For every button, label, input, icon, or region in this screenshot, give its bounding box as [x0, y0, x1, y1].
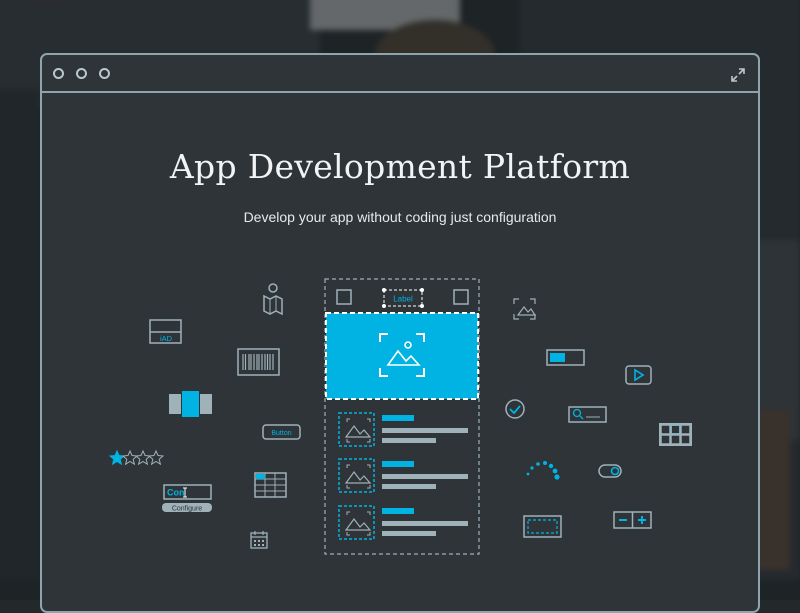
config-text-field-icon: Con Configure — [162, 484, 212, 513]
browser-window: App Development Platform Develop your ap… — [40, 53, 760, 613]
mockup-label-text: Label — [393, 295, 413, 304]
checkmark-icon — [505, 399, 525, 419]
iad-banner-icon: iAD — [149, 319, 182, 344]
barcode-icon — [237, 348, 280, 376]
search-field-icon — [568, 406, 607, 423]
progress-bar-icon — [546, 349, 585, 366]
table-icon — [254, 472, 287, 498]
app-builder-illustration: Label iAD Button Con Configure — [108, 278, 692, 555]
mockup-list-rows — [338, 412, 468, 540]
calendar-icon — [250, 531, 268, 549]
photo-grid-icon — [659, 423, 692, 446]
toggle-switch-icon — [598, 464, 622, 478]
carousel-icon — [169, 391, 212, 417]
mockup-checkbox-left — [336, 289, 352, 305]
mockup-checkbox-right — [453, 289, 469, 305]
spinner-icon — [526, 461, 560, 480]
list-row-2 — [338, 458, 468, 493]
image-capture-small-icon — [513, 298, 537, 320]
button-widget-label: Button — [271, 430, 291, 437]
phone-mockup: Label — [324, 278, 480, 555]
config-caption: Configure — [172, 506, 202, 513]
image-placeholder-icon — [523, 515, 562, 538]
iad-label: iAD — [160, 334, 173, 343]
button-widget-icon: Button — [262, 424, 301, 440]
star-rating-icon — [108, 449, 165, 466]
stepper-icon — [613, 511, 652, 529]
map-pin-icon — [263, 283, 283, 316]
list-row-1 — [338, 412, 468, 447]
list-row-3 — [338, 505, 468, 540]
config-input-text: Con — [167, 488, 185, 498]
video-play-icon — [625, 365, 652, 385]
